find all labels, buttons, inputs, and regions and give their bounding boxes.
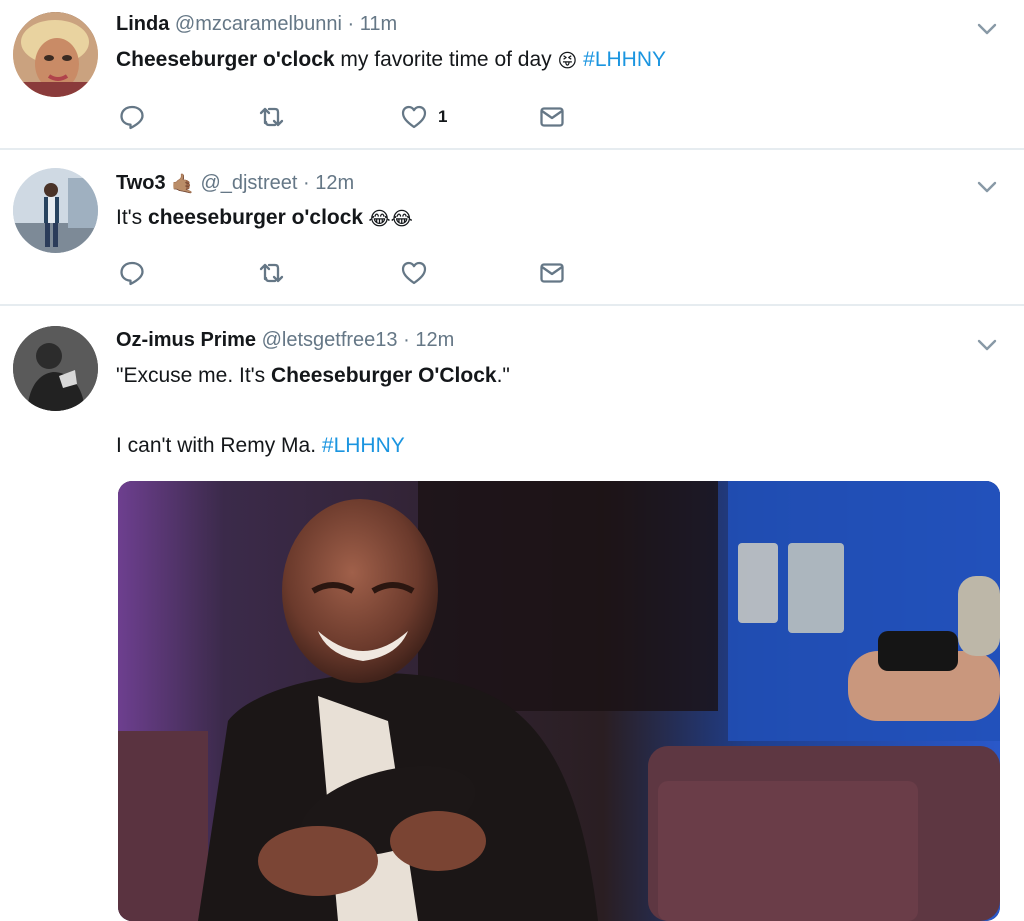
direct-message-icon [540, 263, 564, 283]
like-icon [401, 105, 427, 129]
user-handle[interactable]: @_djstreet [200, 172, 297, 194]
separator-dot: · [403, 329, 410, 351]
tweet-text-body: my favorite time of day [334, 48, 558, 71]
hashtag-link[interactable]: #LHHNY [577, 48, 666, 71]
direct-message-icon [540, 107, 564, 127]
avatar[interactable] [13, 326, 98, 411]
user-handle[interactable]: @letsgetfree13 [262, 329, 398, 351]
tweet-text-bold: cheeseburger o'clock [148, 206, 364, 229]
tweet[interactable]: Oz-imus Prime @letsgetfree13 · 12m "Excu… [0, 306, 1024, 921]
retweet-icon [259, 107, 284, 127]
retweet-button[interactable] [258, 258, 286, 288]
timestamp[interactable]: 12m [415, 329, 454, 351]
separator-dot: · [303, 172, 310, 194]
tweet-actions: 1 [118, 102, 578, 132]
chevron-down-icon[interactable] [974, 332, 1000, 358]
timestamp[interactable]: 11m [360, 13, 397, 35]
tweet-text: It's cheeseburger o'clock 😂😂 [116, 205, 413, 233]
avatar[interactable] [13, 168, 98, 253]
tweet-header: Two3 🤙🏽 @_djstreet · 12m [116, 171, 354, 197]
reply-button[interactable] [118, 258, 146, 288]
like-button[interactable]: 1 [400, 102, 447, 132]
like-button[interactable] [400, 258, 428, 288]
timestamp[interactable]: 12m [315, 172, 354, 194]
direct-message-button[interactable] [538, 102, 566, 132]
tweet-text-body: "Excuse me. It's [116, 364, 272, 387]
chevron-down-icon[interactable] [974, 16, 1000, 42]
user-handle[interactable]: @mzcaramelbunni [175, 13, 342, 35]
separator-dot: · [347, 13, 355, 35]
like-icon [401, 261, 427, 285]
tweet-text-line: "Excuse me. It's Cheeseburger O'Clock." [116, 363, 510, 389]
tweet-actions [118, 258, 578, 288]
reply-button[interactable] [118, 102, 146, 132]
display-name[interactable]: Oz-imus Prime [116, 329, 256, 351]
reply-icon [120, 105, 144, 130]
tweet-text-bold: Cheeseburger o'clock [116, 48, 335, 71]
like-count: 1 [438, 107, 448, 126]
name-emoji: 🤙🏽 [171, 174, 195, 195]
display-name[interactable]: Linda [116, 13, 169, 35]
avatar[interactable] [13, 12, 98, 97]
tweet-header: Oz-imus Prime @letsgetfree13 · 12m [116, 328, 454, 352]
emoji: 😂😂 [363, 209, 413, 230]
hashtag-link[interactable]: #LHHNY [322, 434, 405, 457]
tweet[interactable]: Linda @mzcaramelbunni · 11m Cheeseburger… [0, 0, 1024, 150]
chevron-down-icon[interactable] [974, 174, 1000, 200]
tweet-media-gif[interactable] [118, 481, 1000, 921]
tweet[interactable]: Two3 🤙🏽 @_djstreet · 12m It's cheeseburg… [0, 150, 1024, 306]
tweet-text-bold: Cheeseburger O'Clock [271, 364, 497, 387]
tweet-text-body: I can't with Remy Ma. [116, 434, 322, 457]
display-name[interactable]: Two3 [116, 172, 166, 194]
tweet-text: Cheeseburger o'clock my favorite time of… [116, 47, 666, 75]
gif-frame-image [118, 481, 1000, 921]
tweet-text-body: ." [496, 364, 510, 387]
direct-message-button[interactable] [538, 258, 566, 288]
retweet-button[interactable] [258, 102, 286, 132]
reply-icon [120, 261, 144, 286]
tweet-text-line: I can't with Remy Ma. #LHHNY [116, 433, 405, 459]
emoji: 😝 [557, 51, 578, 72]
retweet-icon [259, 263, 284, 283]
tweet-header: Linda @mzcaramelbunni · 11m [116, 12, 397, 36]
tweet-text-body: It's [116, 206, 149, 229]
